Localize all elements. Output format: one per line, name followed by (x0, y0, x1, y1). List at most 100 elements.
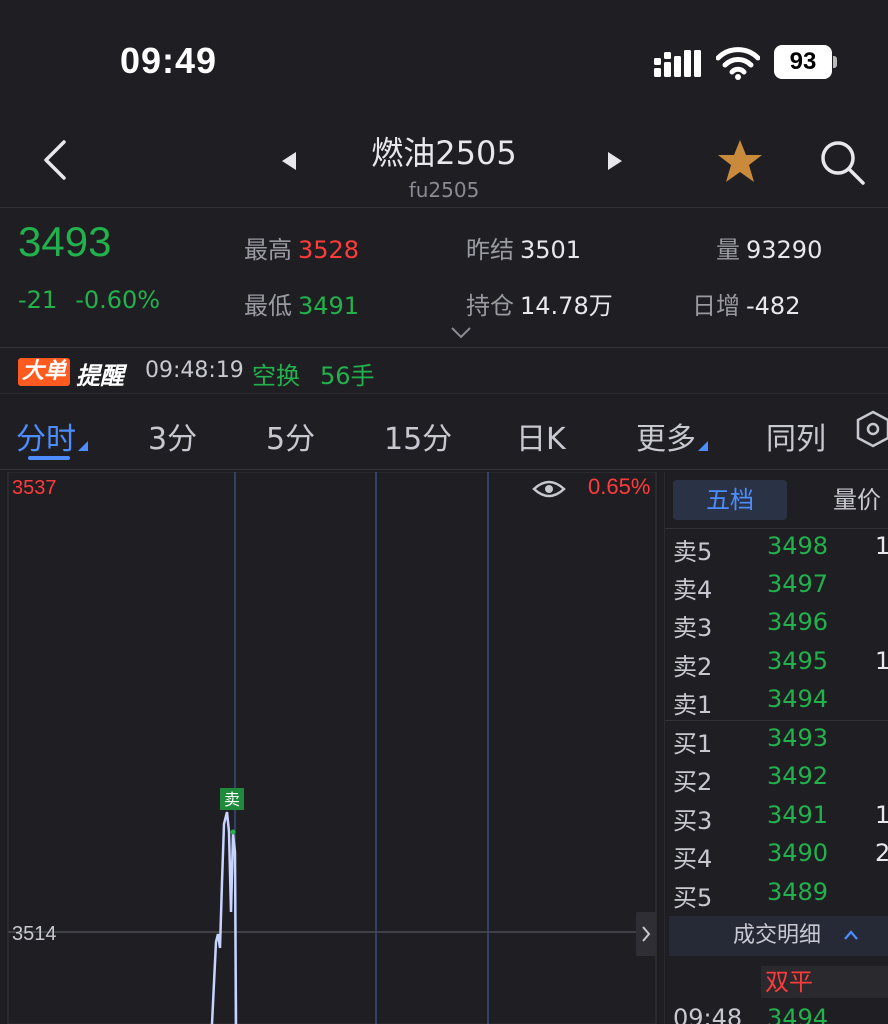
order-book-tabs: 五档 量价 (665, 478, 888, 522)
tab-15min[interactable]: 15分 (384, 414, 452, 458)
ask-label: 卖3 (673, 614, 713, 642)
favorite-star-icon[interactable] (716, 138, 764, 184)
bid-label: 买2 (673, 768, 713, 796)
expand-chevron-icon[interactable] (450, 326, 472, 340)
volume-stat: 量 93290 (716, 230, 822, 265)
sell-marker-label: 卖 (224, 790, 240, 809)
bid-row[interactable]: 买4 3490 2 (665, 835, 888, 873)
ask-price: 3497 (767, 570, 829, 598)
tab-intraday-label: 分时 (16, 422, 76, 457)
status-bar: 09:49 93 (0, 0, 888, 120)
order-book: 五档 量价 卖5 3498 1 卖4 3497 卖3 3496 卖2 3495 … (664, 472, 888, 1024)
ask-label: 卖2 (673, 653, 713, 681)
ask-price: 3498 (767, 532, 829, 560)
ask-row[interactable]: 卖3 3496 (665, 604, 888, 642)
bid-label: 买5 (673, 884, 713, 912)
daily-change-label: 日增 (692, 292, 740, 320)
low-stat: 最低 3491 (244, 286, 359, 321)
ask-price: 3494 (767, 685, 829, 713)
next-contract-icon[interactable] (608, 152, 622, 170)
open-interest-value: 14.78万 (520, 292, 613, 320)
search-icon[interactable] (818, 138, 866, 186)
volume-label: 量 (716, 236, 740, 264)
bid-volume: 1 (875, 801, 888, 829)
daily-change-stat: 日增 -482 (692, 286, 800, 321)
low-value: 3491 (298, 292, 360, 320)
quote-panel[interactable]: 3493 -21 -0.60% 最高 3528 最低 3491 昨结 3501 持仓 14… (0, 208, 888, 348)
price-change: -21 -0.60% (18, 286, 160, 314)
bid-price: 3489 (767, 878, 829, 906)
ask-row[interactable]: 卖1 3494 (665, 681, 888, 719)
bid-label: 买1 (673, 730, 713, 758)
volume-value: 93290 (746, 236, 823, 264)
tab-same-column[interactable]: 同列 (766, 414, 826, 458)
bid-price: 3490 (767, 839, 829, 867)
prev-settle-value: 3501 (520, 236, 582, 264)
bid-label: 买4 (673, 845, 713, 873)
nav-bar: 燃油2505 fu2505 (0, 120, 888, 208)
alert-quantity: 56手 (320, 362, 375, 390)
chart-expand-handle[interactable] (636, 912, 656, 956)
big-order-alert[interactable]: 大单 提醒 09:48:19 空换 56手 (0, 348, 888, 394)
chart-top-percent: 0.65% (588, 474, 650, 499)
last-price: 3493 (18, 218, 112, 265)
prev-settle-label: 昨结 (466, 236, 514, 264)
chart-mid-price: 3514 (12, 923, 57, 945)
bid-row[interactable]: 买1 3493 (665, 720, 888, 758)
bid-price: 3491 (767, 801, 829, 829)
wifi-icon (716, 47, 760, 80)
chevron-up-icon (844, 930, 858, 940)
trade-type-label: 双平 (761, 966, 888, 998)
prev-settle-stat: 昨结 3501 (466, 230, 581, 265)
status-time: 09:49 (120, 40, 218, 81)
open-interest-stat: 持仓 14.78万 (466, 286, 613, 321)
chart-period-tabs: 分时 3分 5分 15分 日K 更多 同列 (0, 396, 888, 470)
trade-price: 3494 (767, 1004, 829, 1024)
tab-volume-price[interactable]: 量价 (833, 480, 881, 520)
tab-5min[interactable]: 5分 (266, 414, 315, 458)
chart-top-price: 3537 (12, 477, 57, 499)
tab-3min[interactable]: 3分 (148, 414, 197, 458)
ask-label: 卖5 (673, 538, 713, 566)
alert-time: 09:48:19 (145, 358, 244, 383)
remind-label: 提醒 (76, 362, 124, 390)
high-label: 最高 (244, 236, 292, 264)
battery-icon: 93 (774, 45, 837, 79)
tab-daily-k[interactable]: 日K (516, 414, 566, 458)
change-value: -21 (18, 286, 58, 314)
high-stat: 最高 3528 (244, 230, 359, 265)
ask-row[interactable]: 卖4 3497 (665, 566, 888, 604)
active-tab-indicator (28, 456, 70, 460)
ask-volume: 1 (875, 532, 888, 560)
trade-point (230, 829, 236, 835)
intraday-chart[interactable]: 3537 0.65% 3514 卖 (0, 471, 660, 1024)
ask-volume: 1 (875, 647, 888, 675)
ask-price: 3496 (767, 608, 829, 636)
cellular-signal-icon (654, 50, 701, 77)
battery-level: 93 (774, 45, 832, 79)
bid-label: 买3 (673, 807, 713, 835)
ask-row[interactable]: 卖5 3498 1 (665, 528, 888, 566)
bid-row[interactable]: 买3 3491 1 (665, 797, 888, 835)
tab-more-label: 更多 (636, 422, 696, 457)
change-percent: -0.60% (75, 286, 161, 314)
ask-price: 3495 (767, 647, 829, 675)
tab-more[interactable]: 更多 (636, 414, 708, 458)
bid-row[interactable]: 买5 3489 (665, 874, 888, 912)
settings-hex-icon[interactable] (856, 410, 888, 448)
daily-change-value: -482 (746, 292, 801, 320)
open-interest-label: 持仓 (466, 292, 514, 320)
trade-details-toggle[interactable]: 成交明细 (669, 916, 888, 956)
tab-five-level[interactable]: 五档 (673, 480, 787, 520)
ask-label: 卖1 (673, 691, 713, 719)
bid-price: 3493 (767, 724, 829, 752)
alert-type: 空换 (252, 362, 300, 390)
bid-row[interactable]: 买2 3492 (665, 758, 888, 796)
tab-intraday[interactable]: 分时 (16, 414, 88, 458)
ask-row[interactable]: 卖2 3495 1 (665, 643, 888, 681)
trade-time: 09:48 (673, 1004, 743, 1024)
chart-svg: 3537 0.65% 3514 卖 (7, 471, 657, 1024)
low-label: 最低 (244, 292, 292, 320)
bid-volume: 2 (875, 839, 888, 867)
trade-details-label: 成交明细 (733, 923, 822, 948)
